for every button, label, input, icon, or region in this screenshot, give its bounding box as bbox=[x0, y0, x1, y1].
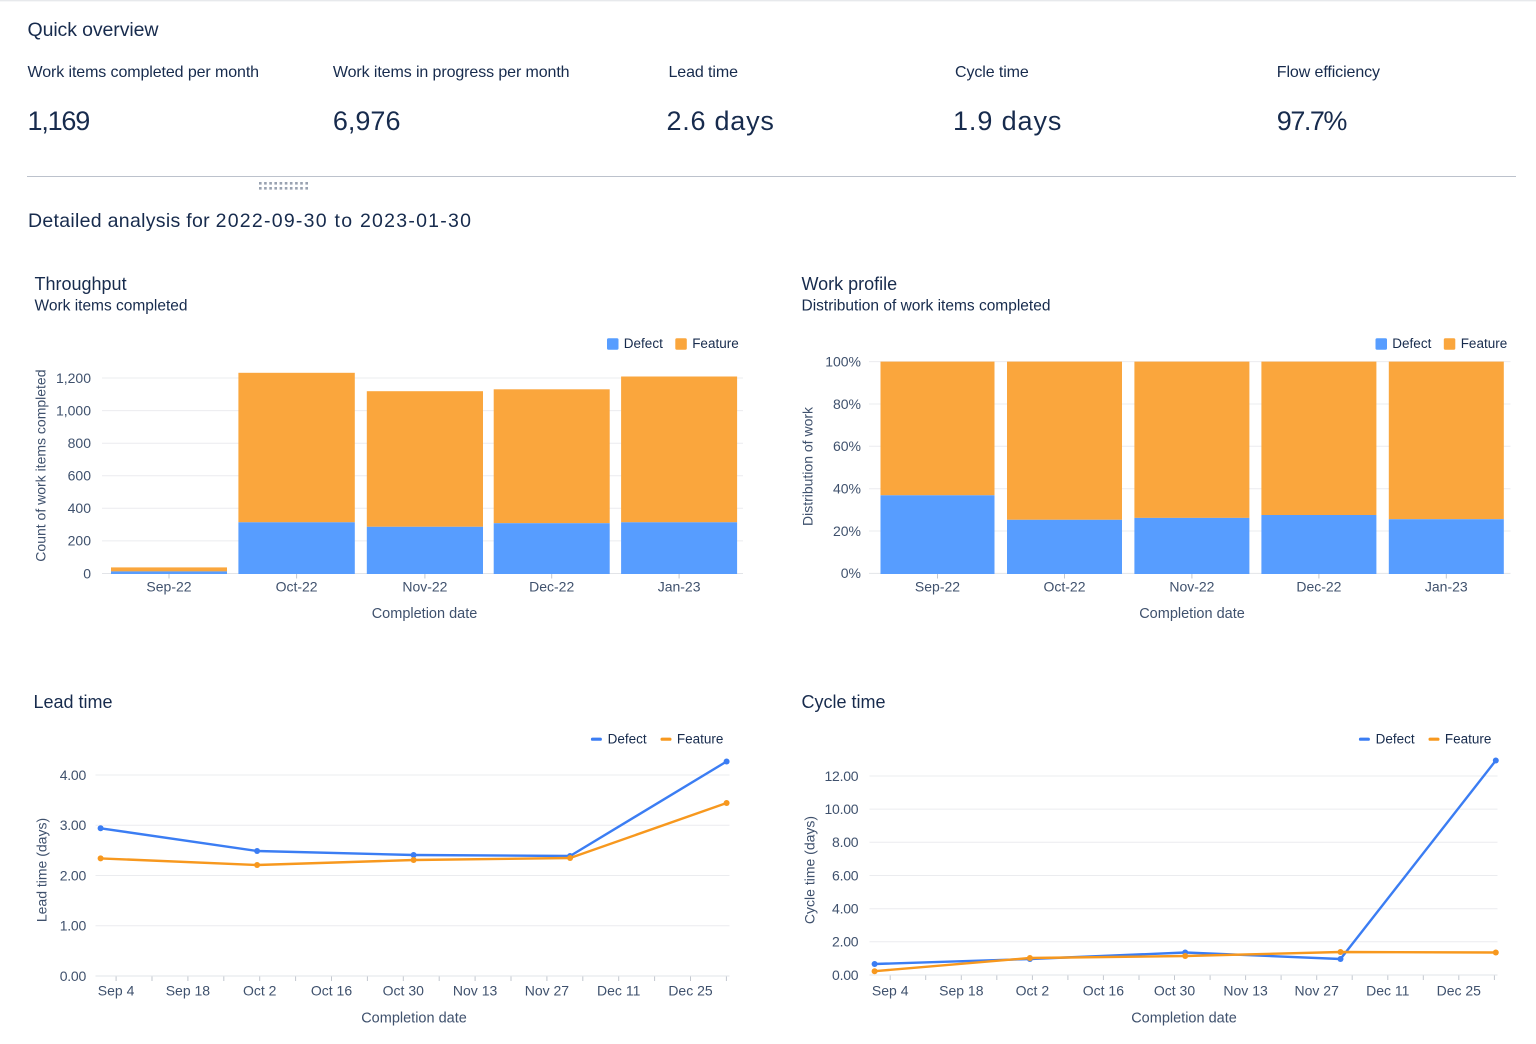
svg-text:Defect: Defect bbox=[1392, 336, 1431, 351]
svg-text:Lead time: Lead time bbox=[34, 692, 113, 712]
svg-text:Sep-22: Sep-22 bbox=[146, 579, 191, 595]
svg-text:Jan-23: Jan-23 bbox=[658, 579, 701, 595]
svg-text:Oct 30: Oct 30 bbox=[383, 983, 424, 999]
svg-text:Sep 4: Sep 4 bbox=[872, 983, 909, 999]
svg-text:6.00: 6.00 bbox=[832, 867, 859, 883]
svg-text:Oct 16: Oct 16 bbox=[1083, 983, 1124, 999]
svg-text:Cycle time (days): Cycle time (days) bbox=[802, 816, 818, 924]
svg-text:Count of work items completed: Count of work items completed bbox=[33, 369, 49, 561]
svg-text:Distribution of work items com: Distribution of work items completed bbox=[802, 297, 1051, 314]
svg-text:Dec 25: Dec 25 bbox=[668, 983, 713, 999]
svg-text:Completion date: Completion date bbox=[372, 606, 478, 622]
svg-text:Oct-22: Oct-22 bbox=[276, 579, 318, 595]
svg-text:Work profile: Work profile bbox=[802, 274, 898, 294]
svg-text:Sep 4: Sep 4 bbox=[98, 983, 135, 999]
svg-text:Dec-22: Dec-22 bbox=[1296, 579, 1341, 595]
svg-text:Feature: Feature bbox=[1461, 336, 1508, 351]
svg-text:200: 200 bbox=[68, 533, 92, 549]
svg-text:Completion date: Completion date bbox=[361, 1011, 467, 1027]
svg-text:Dec 11: Dec 11 bbox=[597, 983, 641, 999]
svg-text:2.00: 2.00 bbox=[832, 934, 859, 950]
svg-text:Sep 18: Sep 18 bbox=[939, 983, 984, 999]
svg-text:600: 600 bbox=[68, 468, 92, 484]
svg-text:Defect: Defect bbox=[1376, 732, 1415, 747]
svg-text:Oct 2: Oct 2 bbox=[243, 983, 277, 999]
svg-text:Completion date: Completion date bbox=[1139, 606, 1245, 622]
svg-text:Oct-22: Oct-22 bbox=[1043, 579, 1085, 595]
svg-text:20%: 20% bbox=[833, 523, 861, 539]
svg-text:0.00: 0.00 bbox=[832, 967, 859, 983]
svg-text:Dec-22: Dec-22 bbox=[529, 579, 574, 595]
svg-text:Nov-22: Nov-22 bbox=[402, 579, 447, 595]
svg-text:400: 400 bbox=[68, 500, 92, 516]
svg-text:2.00: 2.00 bbox=[60, 867, 87, 883]
svg-text:800: 800 bbox=[68, 435, 92, 451]
svg-text:0%: 0% bbox=[841, 565, 861, 581]
svg-text:8.00: 8.00 bbox=[832, 834, 859, 850]
svg-text:Oct 16: Oct 16 bbox=[311, 983, 352, 999]
svg-text:Nov-22: Nov-22 bbox=[1169, 579, 1214, 595]
svg-text:4.00: 4.00 bbox=[832, 901, 859, 917]
svg-text:Nov 27: Nov 27 bbox=[525, 983, 570, 999]
svg-text:Nov 27: Nov 27 bbox=[1295, 983, 1340, 999]
svg-text:Work items completed: Work items completed bbox=[35, 297, 188, 314]
svg-text:Distribution of work: Distribution of work bbox=[800, 406, 816, 526]
svg-text:Nov 13: Nov 13 bbox=[1223, 983, 1268, 999]
svg-text:Feature: Feature bbox=[1445, 732, 1492, 747]
svg-text:Jan-23: Jan-23 bbox=[1425, 579, 1468, 595]
svg-text:0: 0 bbox=[83, 565, 91, 581]
svg-text:Sep-22: Sep-22 bbox=[915, 579, 960, 595]
svg-text:12.00: 12.00 bbox=[825, 768, 859, 784]
svg-text:Throughput: Throughput bbox=[35, 274, 127, 294]
svg-text:Feature: Feature bbox=[677, 732, 724, 747]
svg-text:3.00: 3.00 bbox=[60, 817, 87, 833]
svg-text:4.00: 4.00 bbox=[60, 767, 87, 783]
svg-text:Dec 25: Dec 25 bbox=[1437, 983, 1482, 999]
svg-text:80%: 80% bbox=[833, 396, 861, 412]
svg-text:Cycle time: Cycle time bbox=[802, 692, 886, 712]
svg-text:1,000: 1,000 bbox=[56, 402, 91, 418]
svg-text:Defect: Defect bbox=[624, 336, 663, 351]
svg-text:Feature: Feature bbox=[692, 336, 739, 351]
svg-text:Sep 18: Sep 18 bbox=[166, 983, 211, 999]
svg-text:Completion date: Completion date bbox=[1131, 1011, 1237, 1027]
svg-text:60%: 60% bbox=[833, 438, 861, 454]
svg-text:1,200: 1,200 bbox=[56, 370, 91, 386]
svg-text:40%: 40% bbox=[833, 481, 861, 497]
svg-text:Defect: Defect bbox=[608, 732, 647, 747]
svg-text:0.00: 0.00 bbox=[60, 968, 87, 984]
svg-text:Nov 13: Nov 13 bbox=[453, 983, 498, 999]
svg-text:Oct 30: Oct 30 bbox=[1154, 983, 1195, 999]
svg-text:Dec 11: Dec 11 bbox=[1366, 983, 1410, 999]
svg-text:10.00: 10.00 bbox=[825, 801, 859, 817]
svg-text:1.00: 1.00 bbox=[60, 918, 87, 934]
svg-text:100%: 100% bbox=[825, 353, 861, 369]
svg-text:Lead time (days): Lead time (days) bbox=[34, 818, 50, 922]
svg-text:Oct 2: Oct 2 bbox=[1016, 983, 1050, 999]
